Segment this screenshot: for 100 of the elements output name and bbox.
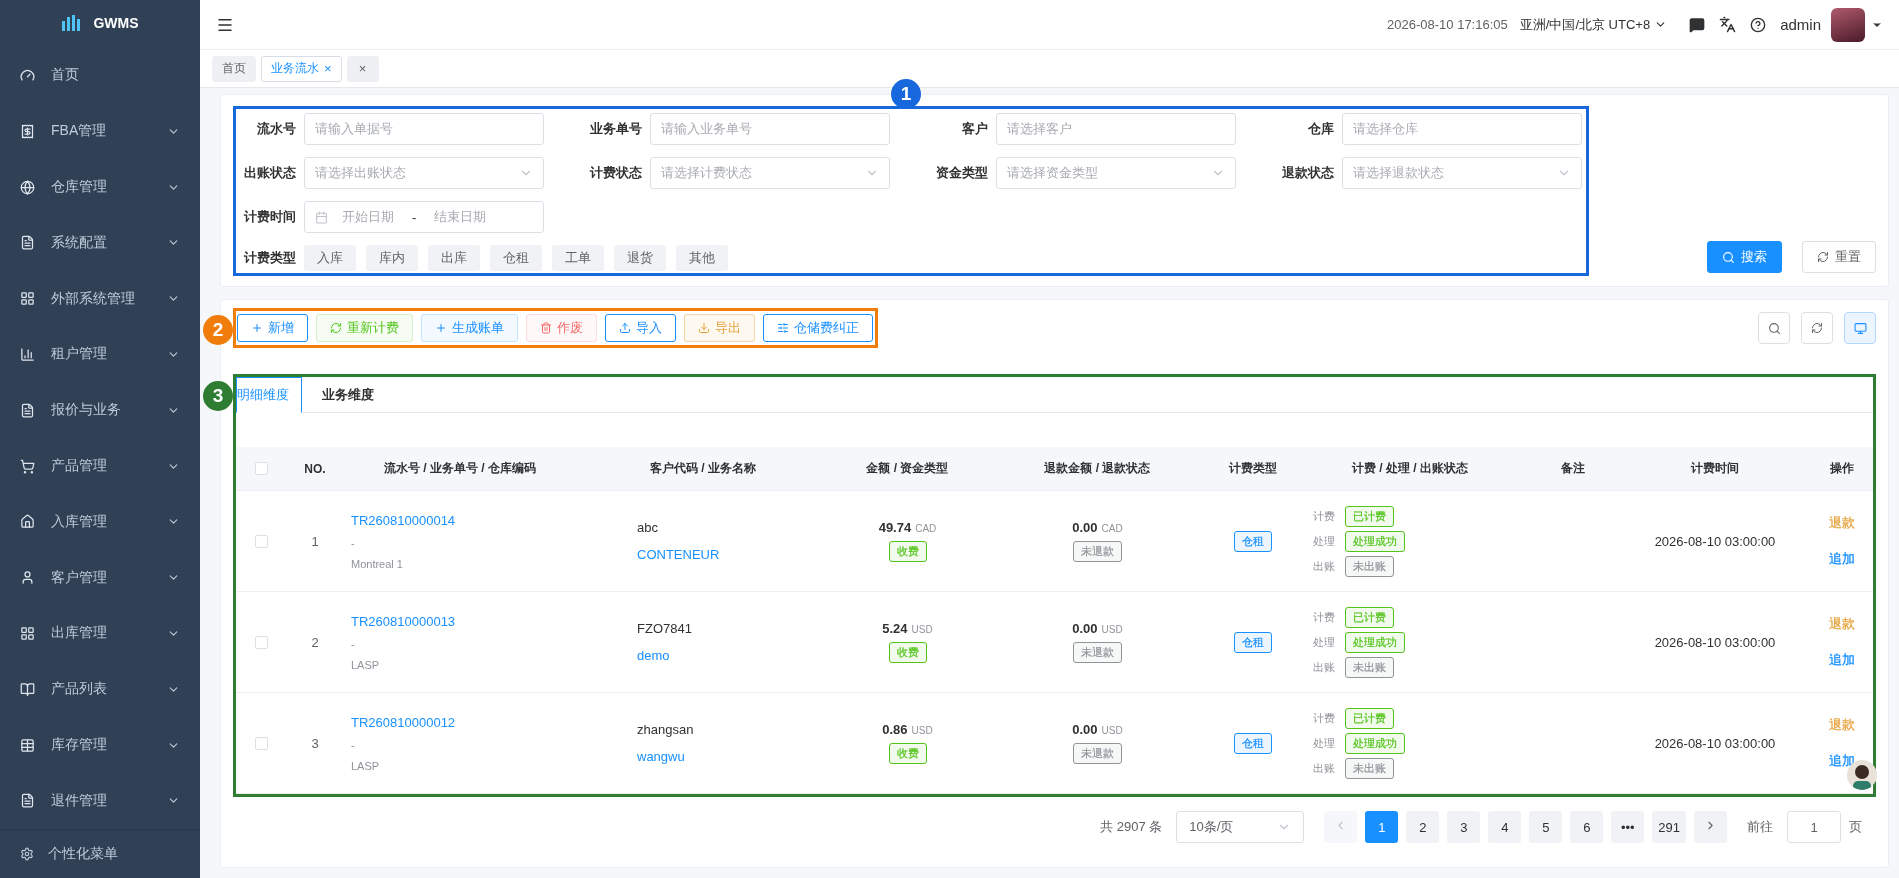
fee-type-tag: 仓租	[1233, 732, 1272, 754]
status-tag: 未出账	[1345, 757, 1394, 779]
row-checkbox[interactable]	[254, 736, 268, 750]
view-tab[interactable]: 业务维度	[302, 377, 394, 412]
user-name[interactable]: admin	[1780, 16, 1821, 33]
business-link[interactable]: wangwu	[637, 749, 685, 764]
page-button[interactable]: 1	[1365, 811, 1399, 843]
message-icon[interactable]	[1689, 16, 1706, 33]
row-checkbox[interactable]	[254, 635, 268, 649]
refund-amount-text: 0.00 USD	[1072, 621, 1123, 636]
toolbar-button[interactable]: 新增	[237, 314, 308, 342]
fee-type-chip[interactable]: 入库	[304, 245, 356, 271]
fee-type-chip[interactable]: 其他	[676, 245, 728, 271]
fee-type-chip[interactable]: 库内	[366, 245, 418, 271]
warehouse-code: LASP	[351, 658, 380, 671]
page-button[interactable]: 3	[1447, 811, 1481, 843]
page-button[interactable]: 291	[1652, 811, 1686, 843]
toolbar-button[interactable]: 仓储费纠正	[763, 314, 873, 342]
customer-code: zhangsan	[637, 722, 694, 737]
nav-item[interactable]: 首页	[0, 47, 200, 104]
nav-item[interactable]: 租户管理	[0, 326, 200, 383]
date-range-field[interactable]: 开始日期 - 结束日期	[304, 201, 544, 233]
column-header: 备注	[1559, 460, 1586, 477]
close-tabs-button[interactable]: ×	[346, 55, 379, 82]
plus-icon	[251, 322, 263, 334]
status-tag: 处理成功	[1345, 530, 1405, 552]
fee-type-chip[interactable]: 出库	[428, 245, 480, 271]
fee-type-tag: 仓租	[1233, 530, 1272, 552]
filter-label: 资金类型	[935, 164, 988, 182]
help-icon[interactable]	[1750, 16, 1767, 33]
view-tab[interactable]: 明细维度	[236, 377, 302, 413]
column-header: 客户代码 / 业务名称	[649, 460, 757, 477]
page-input[interactable]: 1	[1787, 811, 1841, 843]
row-checkbox[interactable]	[254, 534, 268, 548]
nav-item[interactable]: 退件管理	[0, 772, 200, 829]
filter-label: 计费状态	[589, 164, 642, 182]
nav-item[interactable]: 入库管理	[0, 493, 200, 550]
nav-item[interactable]: 报价与业务	[0, 382, 200, 439]
refresh-icon	[1811, 322, 1823, 334]
fee-time: 2026-08-10 03:00:00	[1653, 634, 1777, 650]
business-link[interactable]: CONTENEUR	[637, 547, 720, 562]
page-suffix: 页	[1849, 818, 1862, 836]
page-button[interactable]: 5	[1529, 811, 1563, 843]
page-button[interactable]: 6	[1570, 811, 1604, 843]
nav-icon	[20, 179, 35, 195]
action-link[interactable]: 追加	[1828, 550, 1855, 568]
row-number: 1	[310, 533, 320, 549]
fee-type-chip[interactable]: 退货	[614, 245, 666, 271]
status-label: 出账	[1313, 558, 1335, 574]
avatar[interactable]	[1831, 7, 1865, 42]
timezone-selector[interactable]: 亚洲/中国/北京 UTC+8	[1519, 15, 1668, 34]
status-label: 计费	[1313, 609, 1335, 625]
page-size-select[interactable]: 10条/页	[1176, 811, 1305, 843]
status-tag: 处理成功	[1345, 631, 1405, 653]
plus-icon	[435, 322, 447, 334]
nav-item[interactable]: 系统配置	[0, 214, 200, 271]
search-button[interactable]	[1758, 312, 1790, 344]
business-link[interactable]: demo	[637, 648, 670, 663]
page-button[interactable]: •••	[1611, 811, 1645, 843]
nav-item[interactable]: 库存管理	[0, 717, 200, 773]
serial-link[interactable]: TR260810000014	[351, 512, 456, 528]
order-number: -	[351, 536, 355, 549]
reset-button[interactable]: 重置	[1802, 241, 1876, 273]
nav-icon	[20, 681, 35, 697]
toolbar-button[interactable]: 导入	[605, 314, 676, 342]
nav-item[interactable]: 客户管理	[0, 549, 200, 606]
amount-text: 5.24 USD	[882, 621, 933, 636]
filter-label: 仓库	[1307, 120, 1334, 138]
page-tab[interactable]: 首页	[212, 55, 256, 82]
fee-type-chip[interactable]: 工单	[552, 245, 604, 271]
translate-icon[interactable]	[1719, 16, 1737, 33]
nav-item[interactable]: 外部系统管理	[0, 270, 200, 327]
nav-item[interactable]: 产品列表	[0, 661, 200, 718]
display-button[interactable]	[1844, 312, 1876, 344]
page-button[interactable]: 2	[1406, 811, 1440, 843]
nav-icon	[20, 235, 35, 251]
refresh-button[interactable]	[1801, 312, 1833, 344]
action-link[interactable]: 追加	[1828, 651, 1855, 669]
search-button[interactable]: 搜索	[1707, 241, 1782, 273]
nav-icon	[20, 291, 35, 307]
amount-text: 0.86 USD	[882, 722, 933, 737]
status-tag: 未退款	[1073, 541, 1122, 562]
nav-icon	[20, 625, 35, 641]
column-header: 流水号 / 业务单号 / 仓库编码	[383, 460, 537, 477]
status-tag: 已计费	[1345, 606, 1394, 628]
status-label: 计费	[1313, 710, 1335, 726]
select-all-checkbox[interactable]	[254, 462, 268, 475]
serial-link[interactable]: TR260810000013	[351, 613, 456, 629]
nav-item[interactable]: 出库管理	[0, 605, 200, 662]
nav-icon	[20, 402, 35, 418]
page-tab[interactable]: 业务流水 ×	[261, 55, 342, 82]
refund-amount-text: 0.00 USD	[1072, 722, 1123, 737]
page-button[interactable]: 4	[1488, 811, 1522, 843]
column-header: 计费类型	[1227, 460, 1278, 477]
nav-item[interactable]: 仓库管理	[0, 159, 200, 215]
nav-item[interactable]: 产品管理	[0, 438, 200, 494]
serial-link[interactable]: TR260810000012	[351, 714, 456, 730]
nav-item[interactable]: FBA管理	[0, 103, 200, 160]
download-icon	[698, 322, 710, 334]
fee-type-chip[interactable]: 仓租	[490, 245, 542, 271]
